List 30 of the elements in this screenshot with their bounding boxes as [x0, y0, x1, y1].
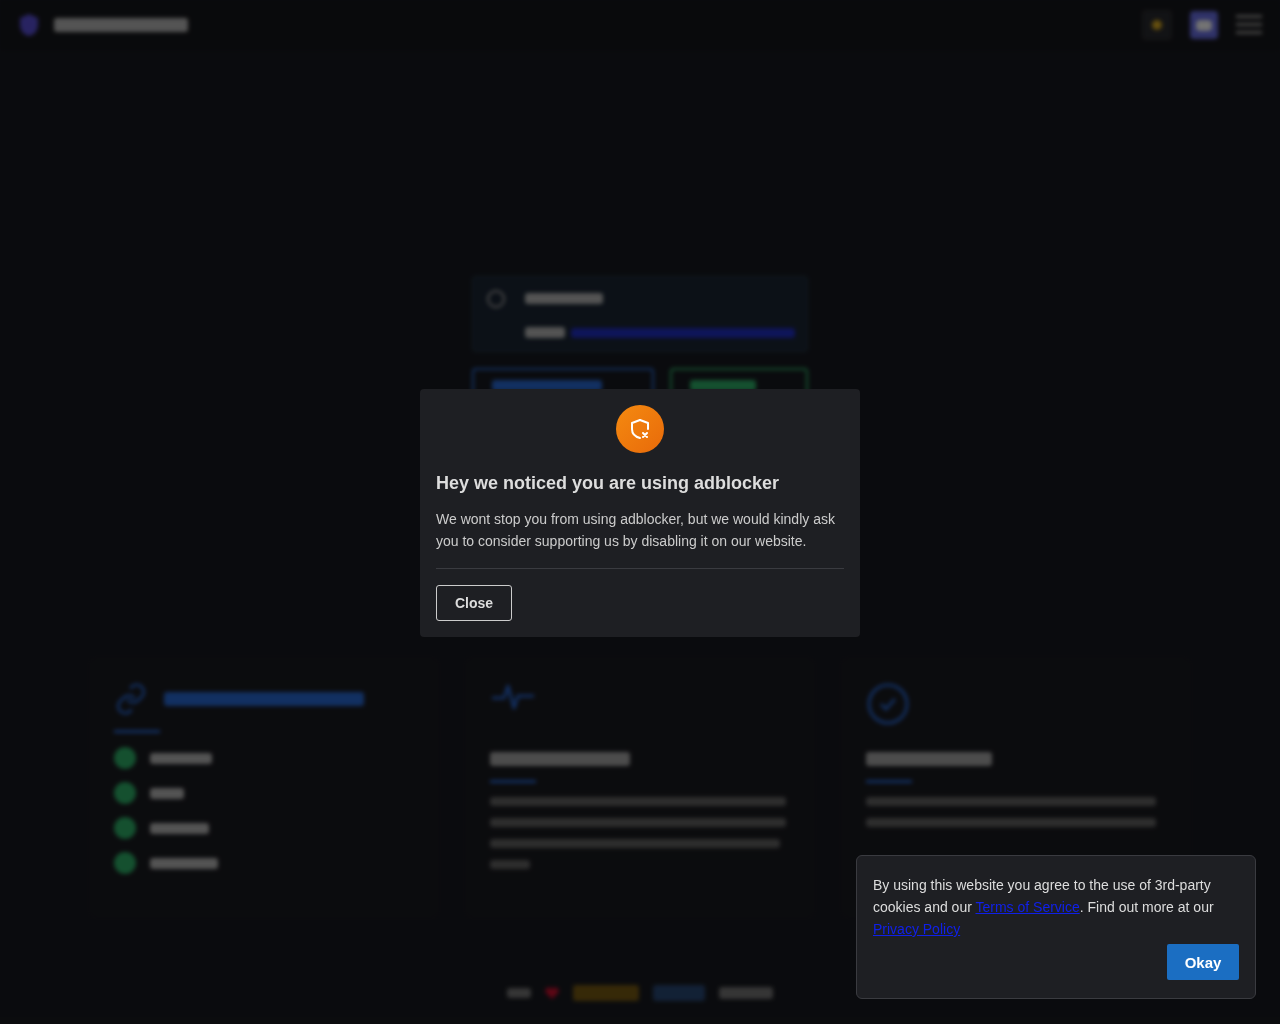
- blurred-text: [150, 787, 184, 799]
- blurred-text: [507, 988, 531, 998]
- close-button[interactable]: Close: [436, 585, 512, 621]
- blurred-text: [150, 857, 218, 869]
- dialog-title: Hey we noticed you are using adblocker: [436, 473, 781, 494]
- pulse-icon: [490, 682, 536, 712]
- dialog-message: We wont stop you from using adblocker, but we would kindly ask you to consider supporting us by disabling it on our website.: [436, 510, 836, 551]
- status-dot-icon: [114, 817, 136, 839]
- check-badge-icon: [866, 682, 910, 726]
- blurred-text: [150, 822, 209, 834]
- menu-icon[interactable]: [1236, 14, 1262, 36]
- okay-button[interactable]: Okay: [1167, 944, 1239, 980]
- status-dot-icon: [114, 782, 136, 804]
- sun-icon: [1151, 19, 1163, 31]
- theme-toggle[interactable]: [1142, 10, 1172, 40]
- blurred-text: [690, 379, 756, 391]
- blurred-text: [150, 752, 212, 764]
- heart-icon: [545, 986, 559, 1000]
- status-dot-icon: [114, 747, 136, 769]
- blurred-text: [490, 860, 530, 869]
- blurred-badge: [573, 985, 639, 1001]
- blurred-text: [525, 327, 565, 339]
- shield-x-icon: [616, 405, 664, 453]
- link-icon: [114, 682, 148, 716]
- blurred-badge: [653, 985, 705, 1001]
- status-dot-icon: [114, 852, 136, 874]
- chat-app-icon[interactable]: [1190, 11, 1218, 39]
- cookie-message: By using this website you agree to the use of 3rd-party cookies and our Terms of Service. Find out more at our Privacy Policy: [873, 876, 1215, 939]
- shield-logo-icon: [18, 13, 40, 37]
- blurred-badge: [719, 987, 773, 999]
